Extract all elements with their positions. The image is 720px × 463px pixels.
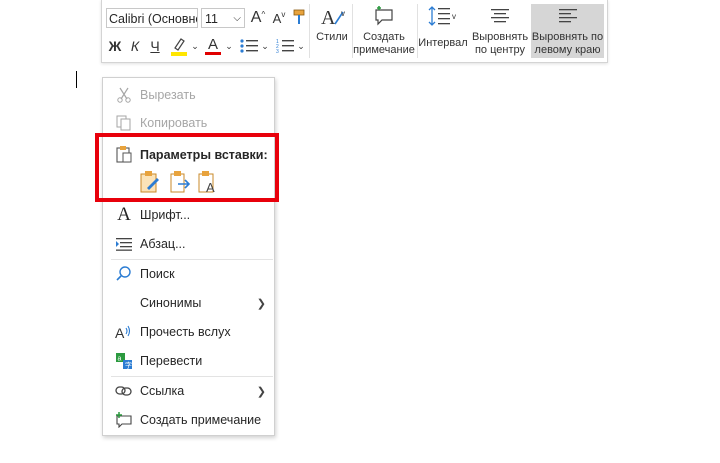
bullets-button[interactable] xyxy=(238,35,260,57)
new-comment-button[interactable]: Создать примечание xyxy=(353,4,415,58)
svg-text:A: A xyxy=(321,7,336,28)
format-painter-button[interactable] xyxy=(289,6,309,28)
chevron-right-icon: ❯ xyxy=(256,297,266,310)
styles-icon: A v xyxy=(317,4,347,28)
menu-item-cut[interactable]: Вырезать xyxy=(103,81,274,109)
line-spacing-button[interactable]: v Интервал xyxy=(418,4,468,58)
link-label: Ссылка xyxy=(140,384,185,398)
menu-item-font[interactable]: A Шрифт... xyxy=(103,201,274,229)
synonyms-label: Синонимы xyxy=(140,296,202,310)
align-center-icon xyxy=(490,4,510,28)
translate-icon: a字 xyxy=(115,352,133,370)
bold-button[interactable]: Ж xyxy=(106,36,124,56)
svg-text:v: v xyxy=(452,12,456,21)
font-size-box[interactable]: 11 ⌵ xyxy=(201,8,245,28)
menu-item-synonyms[interactable]: Синонимы ❯ xyxy=(103,289,274,317)
svg-text:A: A xyxy=(115,325,125,340)
bullet-list-icon xyxy=(240,39,258,53)
font-label: Шрифт... xyxy=(140,208,191,222)
menu-item-new-comment[interactable]: Создать примечание xyxy=(103,406,274,434)
numbering-button[interactable]: 1 2 3 xyxy=(274,35,296,57)
italic-button[interactable]: К xyxy=(126,36,144,56)
numbered-list-icon: 1 2 3 xyxy=(276,39,294,54)
line-spacing-icon: v xyxy=(428,4,458,28)
comment-label-line1: Создать xyxy=(363,31,405,43)
center-label-line2: по центру xyxy=(474,44,526,56)
paragraph-icon xyxy=(115,235,133,253)
left-label-line1: Выровнять по xyxy=(531,31,604,43)
search-label: Поиск xyxy=(140,267,175,281)
spacing-label: Интервал xyxy=(418,37,468,49)
font-name-box[interactable]: Calibri (Основне xyxy=(106,8,198,28)
menu-item-paragraph[interactable]: Абзац... xyxy=(103,230,274,258)
paragraph-label: Абзац... xyxy=(140,237,186,251)
chevron-right-icon[interactable]: ❯ xyxy=(257,385,266,398)
align-left-icon xyxy=(558,4,578,28)
new-comment-label: Создать примечание xyxy=(140,413,262,427)
svg-text:v: v xyxy=(341,9,345,18)
format-painter-icon xyxy=(293,9,305,24)
new-comment-icon xyxy=(115,411,133,429)
scissors-icon xyxy=(115,86,133,104)
copy-label: Копировать xyxy=(140,116,208,130)
menu-item-translate[interactable]: a字 Перевести xyxy=(103,347,274,375)
font-color-button[interactable]: A xyxy=(202,35,224,57)
align-center-button[interactable]: Выровнять по центру xyxy=(472,4,528,58)
menu-item-link[interactable]: Ссылка ❯ xyxy=(103,377,274,405)
font-icon: A xyxy=(117,204,131,225)
copy-icon xyxy=(115,114,133,132)
font-color-letter: A xyxy=(207,36,218,53)
menu-item-read-aloud[interactable]: A Прочесть вслух xyxy=(103,318,274,346)
paste-options-highlight xyxy=(95,133,279,202)
align-left-button[interactable]: Выровнять по левому краю xyxy=(531,4,604,58)
shrink-font-label: A xyxy=(272,10,282,26)
read-aloud-icon: A xyxy=(115,323,133,341)
shrink-font-button[interactable]: Av xyxy=(269,7,289,29)
link-icon xyxy=(115,382,133,400)
underline-button[interactable]: Ч xyxy=(146,36,164,56)
menu-item-search[interactable]: Поиск xyxy=(103,260,274,288)
center-label-line1: Выровнять xyxy=(471,31,529,43)
font-size-value: 11 xyxy=(205,12,218,26)
cut-label: Вырезать xyxy=(140,88,196,102)
search-icon xyxy=(115,265,133,283)
chevron-down-icon[interactable]: ⌵ xyxy=(233,9,241,29)
font-color-swatch xyxy=(205,52,221,55)
translate-label: Перевести xyxy=(140,354,203,368)
svg-text:字: 字 xyxy=(125,361,132,370)
styles-label: Стили xyxy=(316,31,348,43)
chevron-down-icon[interactable]: ⌄ xyxy=(190,38,200,54)
grow-font-button[interactable]: A ^ xyxy=(248,7,268,29)
highlighter-icon xyxy=(171,38,187,56)
styles-button[interactable]: A v Стили xyxy=(311,4,353,58)
comment-label-line2: примечание xyxy=(353,44,415,56)
chevron-down-icon[interactable]: ⌄ xyxy=(296,38,306,54)
chevron-down-icon[interactable]: ⌄ xyxy=(224,38,234,54)
context-menu: Вырезать Копировать Параметры вставки: A… xyxy=(102,77,275,436)
mini-toolbar: Calibri (Основне 11 ⌵ A ^ Av Ж К Ч ⌄ A ⌄ … xyxy=(101,0,608,63)
svg-text:3: 3 xyxy=(276,49,279,54)
new-comment-icon xyxy=(373,4,395,28)
toolbar-divider xyxy=(309,4,310,58)
text-cursor xyxy=(76,71,77,88)
left-label-line2: левому краю xyxy=(534,44,601,56)
chevron-down-icon[interactable]: ⌄ xyxy=(260,38,270,54)
grow-font-label: A xyxy=(250,9,262,26)
highlight-button[interactable] xyxy=(168,35,190,57)
read-aloud-label: Прочесть вслух xyxy=(140,325,231,339)
svg-text:a: a xyxy=(118,356,122,363)
